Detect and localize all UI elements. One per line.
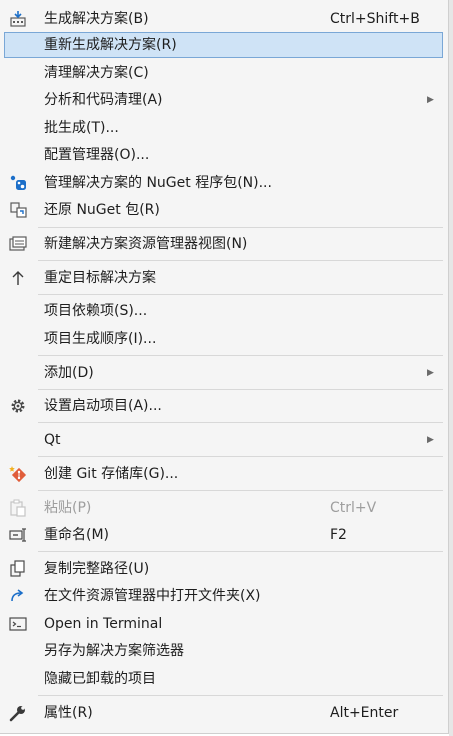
menu-item-label: 生成解决方案(B) <box>44 11 149 27</box>
submenu-arrow-icon: ▶ <box>427 368 434 378</box>
menu-item-project-dependencies[interactable]: 项目依赖项(S)... <box>4 298 443 324</box>
menu-separator <box>38 422 443 423</box>
copy-icon <box>8 559 28 579</box>
menu-item-shortcut: Ctrl+V <box>330 500 377 516</box>
window-edge <box>449 0 453 736</box>
menu-item-label: 粘贴(P) <box>44 500 92 516</box>
menu-item-label: 属性(R) <box>44 705 93 721</box>
menu-item-shortcut: Alt+Enter <box>330 705 399 721</box>
restore-packages-icon <box>8 200 28 220</box>
menu-item-label: 新建解决方案资源管理器视图(N) <box>44 236 248 252</box>
menu-item-label: 另存为解决方案筛选器 <box>44 643 184 659</box>
build-icon <box>8 9 28 29</box>
menu-item-label: 创建 Git 存储库(G)... <box>44 466 179 482</box>
menu-item-configuration-manager[interactable]: 配置管理器(O)... <box>4 142 443 168</box>
menu-item-rename[interactable]: 重命名(M) F2 <box>4 522 443 548</box>
menu-item-label: 还原 NuGet 包(R) <box>44 202 160 218</box>
menu-item-rebuild-solution[interactable]: 重新生成解决方案(R) <box>4 32 443 58</box>
menu-separator <box>38 260 443 261</box>
menu-item-hide-unloaded-projects[interactable]: 隐藏已卸载的项目 <box>4 666 443 692</box>
paste-icon <box>8 498 28 518</box>
menu-separator <box>38 355 443 356</box>
rename-icon <box>8 525 28 545</box>
submenu-arrow-icon: ▶ <box>427 95 434 105</box>
menu-item-label: 批生成(T)... <box>44 120 119 136</box>
wrench-icon <box>8 703 28 723</box>
menu-item-label: 项目依赖项(S)... <box>44 303 148 319</box>
menu-item-label: 重命名(M) <box>44 527 110 543</box>
menu-item-add[interactable]: 添加(D) ▶ <box>4 360 443 386</box>
menu-item-shortcut: F2 <box>330 527 347 543</box>
menu-item-analyze-cleanup[interactable]: 分析和代码清理(A) ▶ <box>4 87 443 113</box>
up-arrow-icon <box>8 268 28 288</box>
menu-item-label: Open in Terminal <box>44 616 163 632</box>
menu-item-new-explorer-view[interactable]: 新建解决方案资源管理器视图(N) <box>4 231 443 257</box>
menu-item-label: 在文件资源管理器中打开文件夹(X) <box>44 588 261 604</box>
menu-separator <box>38 294 443 295</box>
menu-separator <box>38 389 443 390</box>
git-icon <box>8 464 28 484</box>
menu-item-shortcut: Ctrl+Shift+B <box>330 11 420 27</box>
menu-item-set-startup-projects[interactable]: 设置启动项目(A)... <box>4 393 443 419</box>
menu-separator <box>38 456 443 457</box>
menu-item-label: 设置启动项目(A)... <box>44 398 162 414</box>
menu-item-retarget-solution[interactable]: 重定目标解决方案 <box>4 265 443 291</box>
menu-item-save-as-solution-filter[interactable]: 另存为解决方案筛选器 <box>4 638 443 664</box>
menu-item-label: 管理解决方案的 NuGet 程序包(N)... <box>44 175 272 191</box>
menu-item-clean-solution[interactable]: 清理解决方案(C) <box>4 60 443 86</box>
menu-item-open-in-terminal[interactable]: Open in Terminal <box>4 611 443 637</box>
submenu-arrow-icon: ▶ <box>427 435 434 445</box>
menu-item-project-build-order[interactable]: 项目生成顺序(I)... <box>4 326 443 352</box>
open-folder-arrow-icon <box>8 586 28 606</box>
menu-separator <box>38 551 443 552</box>
menu-item-build-solution[interactable]: 生成解决方案(B) Ctrl+Shift+B <box>4 6 443 32</box>
menu-item-qt[interactable]: Qt ▶ <box>4 427 443 453</box>
menu-item-label: 隐藏已卸载的项目 <box>44 671 156 687</box>
terminal-icon <box>8 614 28 634</box>
menu-item-properties[interactable]: 属性(R) Alt+Enter <box>4 700 443 726</box>
menu-item-create-git-repo[interactable]: 创建 Git 存储库(G)... <box>4 461 443 487</box>
menu-item-label: 分析和代码清理(A) <box>44 92 163 108</box>
menu-item-label: 清理解决方案(C) <box>44 65 149 81</box>
menu-item-label: 配置管理器(O)... <box>44 147 150 163</box>
nuget-icon <box>8 173 28 193</box>
menu-item-label: Qt <box>44 432 61 448</box>
menu-item-label: 重定目标解决方案 <box>44 270 156 286</box>
menu-item-open-in-file-explorer[interactable]: 在文件资源管理器中打开文件夹(X) <box>4 583 443 609</box>
new-view-icon <box>8 234 28 254</box>
menu-item-paste[interactable]: 粘贴(P) Ctrl+V <box>4 495 443 521</box>
menu-item-restore-nuget[interactable]: 还原 NuGet 包(R) <box>4 197 443 223</box>
menu-item-label: 重新生成解决方案(R) <box>44 37 177 53</box>
menu-item-label: 复制完整路径(U) <box>44 561 150 577</box>
menu-separator <box>38 695 443 696</box>
menu-item-label: 项目生成顺序(I)... <box>44 331 157 347</box>
menu-item-batch-build[interactable]: 批生成(T)... <box>4 115 443 141</box>
menu-item-manage-nuget[interactable]: 管理解决方案的 NuGet 程序包(N)... <box>4 170 443 196</box>
menu-separator <box>38 490 443 491</box>
menu-separator <box>38 227 443 228</box>
menu-item-copy-full-path[interactable]: 复制完整路径(U) <box>4 556 443 582</box>
solution-context-menu: 生成解决方案(B) Ctrl+Shift+B 重新生成解决方案(R) 清理解决方… <box>0 0 449 734</box>
gear-icon <box>8 396 28 416</box>
menu-item-label: 添加(D) <box>44 365 94 381</box>
